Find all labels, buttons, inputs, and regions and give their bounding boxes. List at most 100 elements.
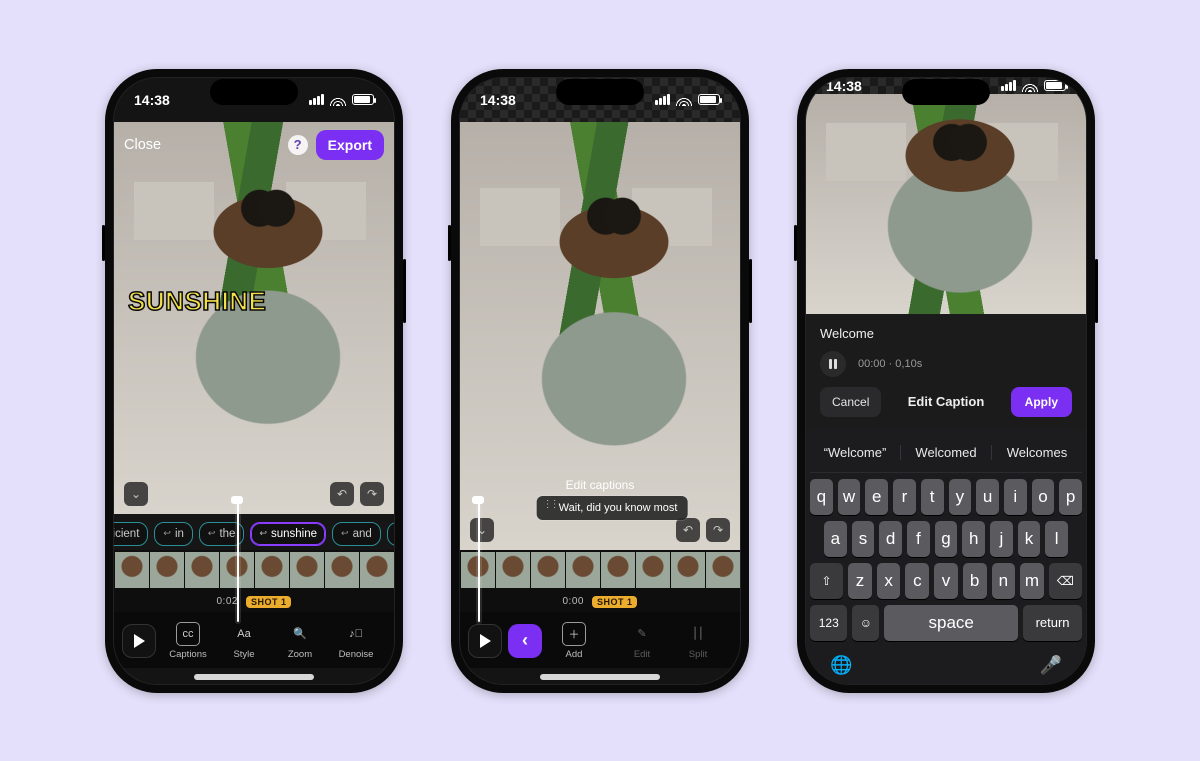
denoise-icon: ♪⃠ [344, 622, 368, 646]
play-button[interactable] [468, 624, 502, 658]
shot-chip: SHOT 1 [246, 596, 292, 608]
space-key[interactable]: space [884, 605, 1018, 641]
pause-button[interactable] [820, 351, 846, 377]
key-m[interactable]: m [1020, 563, 1044, 599]
undo-icon[interactable]: ↶ [330, 482, 354, 506]
key-z[interactable]: z [848, 563, 872, 599]
play-button[interactable] [122, 624, 156, 658]
tool-split[interactable]: ⎮⎮ Split [672, 622, 724, 660]
timeline-filmstrip[interactable] [114, 550, 394, 590]
suggestion[interactable]: Welcomed [900, 445, 991, 460]
tool-zoom[interactable]: 🔍 Zoom [274, 622, 326, 660]
caption-word-input[interactable]: Welcome [820, 326, 1072, 341]
key-u[interactable]: u [976, 479, 999, 515]
timestamp: 0:02 [217, 596, 238, 607]
key-w[interactable]: w [838, 479, 861, 515]
playhead[interactable] [220, 552, 254, 588]
caption-overlay-word: SUNSHINE [128, 286, 266, 317]
key-p[interactable]: p [1059, 479, 1082, 515]
phone-3: 14:38 Welcome 00:00 · 0,10s Cancel Edit … [797, 69, 1095, 693]
backspace-key[interactable]: ⌫ [1049, 563, 1082, 599]
suggestion[interactable]: “Welcome” [810, 445, 900, 460]
style-icon: Aa [232, 622, 256, 646]
key-r[interactable]: r [893, 479, 916, 515]
add-icon: ＋ [562, 622, 586, 646]
return-key[interactable]: return [1023, 605, 1082, 641]
key-q[interactable]: q [810, 479, 833, 515]
key-h[interactable]: h [962, 521, 985, 557]
key-s[interactable]: s [852, 521, 875, 557]
mic-icon[interactable]: 🎤 [1040, 655, 1062, 676]
tool-style[interactable]: Aa Style [218, 622, 270, 660]
close-button[interactable]: Close [124, 137, 161, 153]
export-button[interactable]: Export [316, 130, 384, 160]
globe-icon[interactable]: 🌐 [830, 655, 852, 676]
apply-button[interactable]: Apply [1011, 387, 1072, 417]
battery-icon [1044, 80, 1066, 91]
numbers-key[interactable]: 123 [810, 605, 847, 641]
key-row-1: q w e r t y u i o p [810, 479, 1082, 515]
tool-edit[interactable]: ✎ Edit [616, 622, 668, 660]
key-i[interactable]: i [1004, 479, 1027, 515]
play-icon [134, 634, 145, 648]
redo-icon[interactable]: ↷ [706, 518, 730, 542]
tool-add[interactable]: ＋ Add [548, 622, 600, 660]
key-b[interactable]: b [963, 563, 987, 599]
home-indicator [540, 674, 660, 680]
tool-delete[interactable]: 🗑 Delete [728, 622, 732, 660]
split-icon: ⎮⎮ [686, 622, 710, 646]
cell-signal-icon [309, 94, 324, 105]
video-preview[interactable]: ⌄ ↶ ↷ Edit captions Wait, did you know m… [460, 122, 740, 550]
token-selected[interactable]: ↩sunshine [250, 522, 326, 546]
key-x[interactable]: x [877, 563, 901, 599]
redo-icon[interactable]: ↷ [360, 482, 384, 506]
help-icon[interactable]: ? [288, 135, 308, 155]
time-range: 00:00 · 0,10s [858, 358, 922, 370]
key-g[interactable]: g [935, 521, 958, 557]
token[interactable]: ↩and [332, 522, 381, 546]
key-o[interactable]: o [1032, 479, 1055, 515]
undo-icon[interactable]: ↶ [676, 518, 700, 542]
tool-denoise[interactable]: ♪⃠ Denoise [330, 622, 382, 660]
dynamic-island [556, 79, 644, 105]
chevron-down-icon[interactable]: ⌄ [124, 482, 148, 506]
token[interactable]: ↩in [154, 522, 193, 546]
timestamp: 0:00 [563, 596, 584, 607]
dynamic-island [210, 79, 298, 105]
key-t[interactable]: t [921, 479, 944, 515]
playhead[interactable] [461, 552, 495, 588]
emoji-key[interactable]: ☺ [852, 605, 879, 641]
key-n[interactable]: n [992, 563, 1016, 599]
battery-icon [698, 94, 720, 105]
key-v[interactable]: v [934, 563, 958, 599]
key-l[interactable]: l [1045, 521, 1068, 557]
key-y[interactable]: y [949, 479, 972, 515]
key-f[interactable]: f [907, 521, 930, 557]
video-preview[interactable]: Close ? Export SUNSHINE ⌄ ↶ ↷ [114, 122, 394, 514]
shift-key[interactable]: ⇧ [810, 563, 843, 599]
key-e[interactable]: e [865, 479, 888, 515]
key-j[interactable]: j [990, 521, 1013, 557]
home-indicator [194, 674, 314, 680]
key-k[interactable]: k [1018, 521, 1041, 557]
timeline-filmstrip[interactable] [460, 550, 740, 590]
back-button[interactable]: ‹ [508, 624, 542, 658]
chevron-left-icon: ‹ [522, 630, 528, 651]
caption-pill[interactable]: Wait, did you know most [537, 496, 688, 520]
key-a[interactable]: a [824, 521, 847, 557]
chevron-down-icon[interactable]: ⌄ [470, 518, 494, 542]
dynamic-island [902, 79, 990, 105]
cancel-button[interactable]: Cancel [820, 387, 881, 417]
tool-captions[interactable]: cc Captions [162, 622, 214, 660]
token[interactable]: ↩vitamin [387, 522, 394, 546]
key-d[interactable]: d [879, 521, 902, 557]
suggestion[interactable]: Welcomes [991, 445, 1082, 460]
token-row[interactable]: ↩icient ↩in ↩the ↩sunshine ↩and ↩vitamin [114, 514, 394, 550]
edit-captions-label: Edit captions [566, 478, 635, 492]
phone-2: 14:38 ⌄ ↶ ↷ Edit captions Wait, did you … [451, 69, 749, 693]
status-time: 14:38 [480, 92, 516, 108]
bottom-toolbar: cc Captions Aa Style 🔍 Zoom ♪⃠ Denoise [114, 612, 394, 668]
token[interactable]: ↩icient [114, 522, 148, 546]
video-preview[interactable] [806, 94, 1086, 314]
key-c[interactable]: c [905, 563, 929, 599]
